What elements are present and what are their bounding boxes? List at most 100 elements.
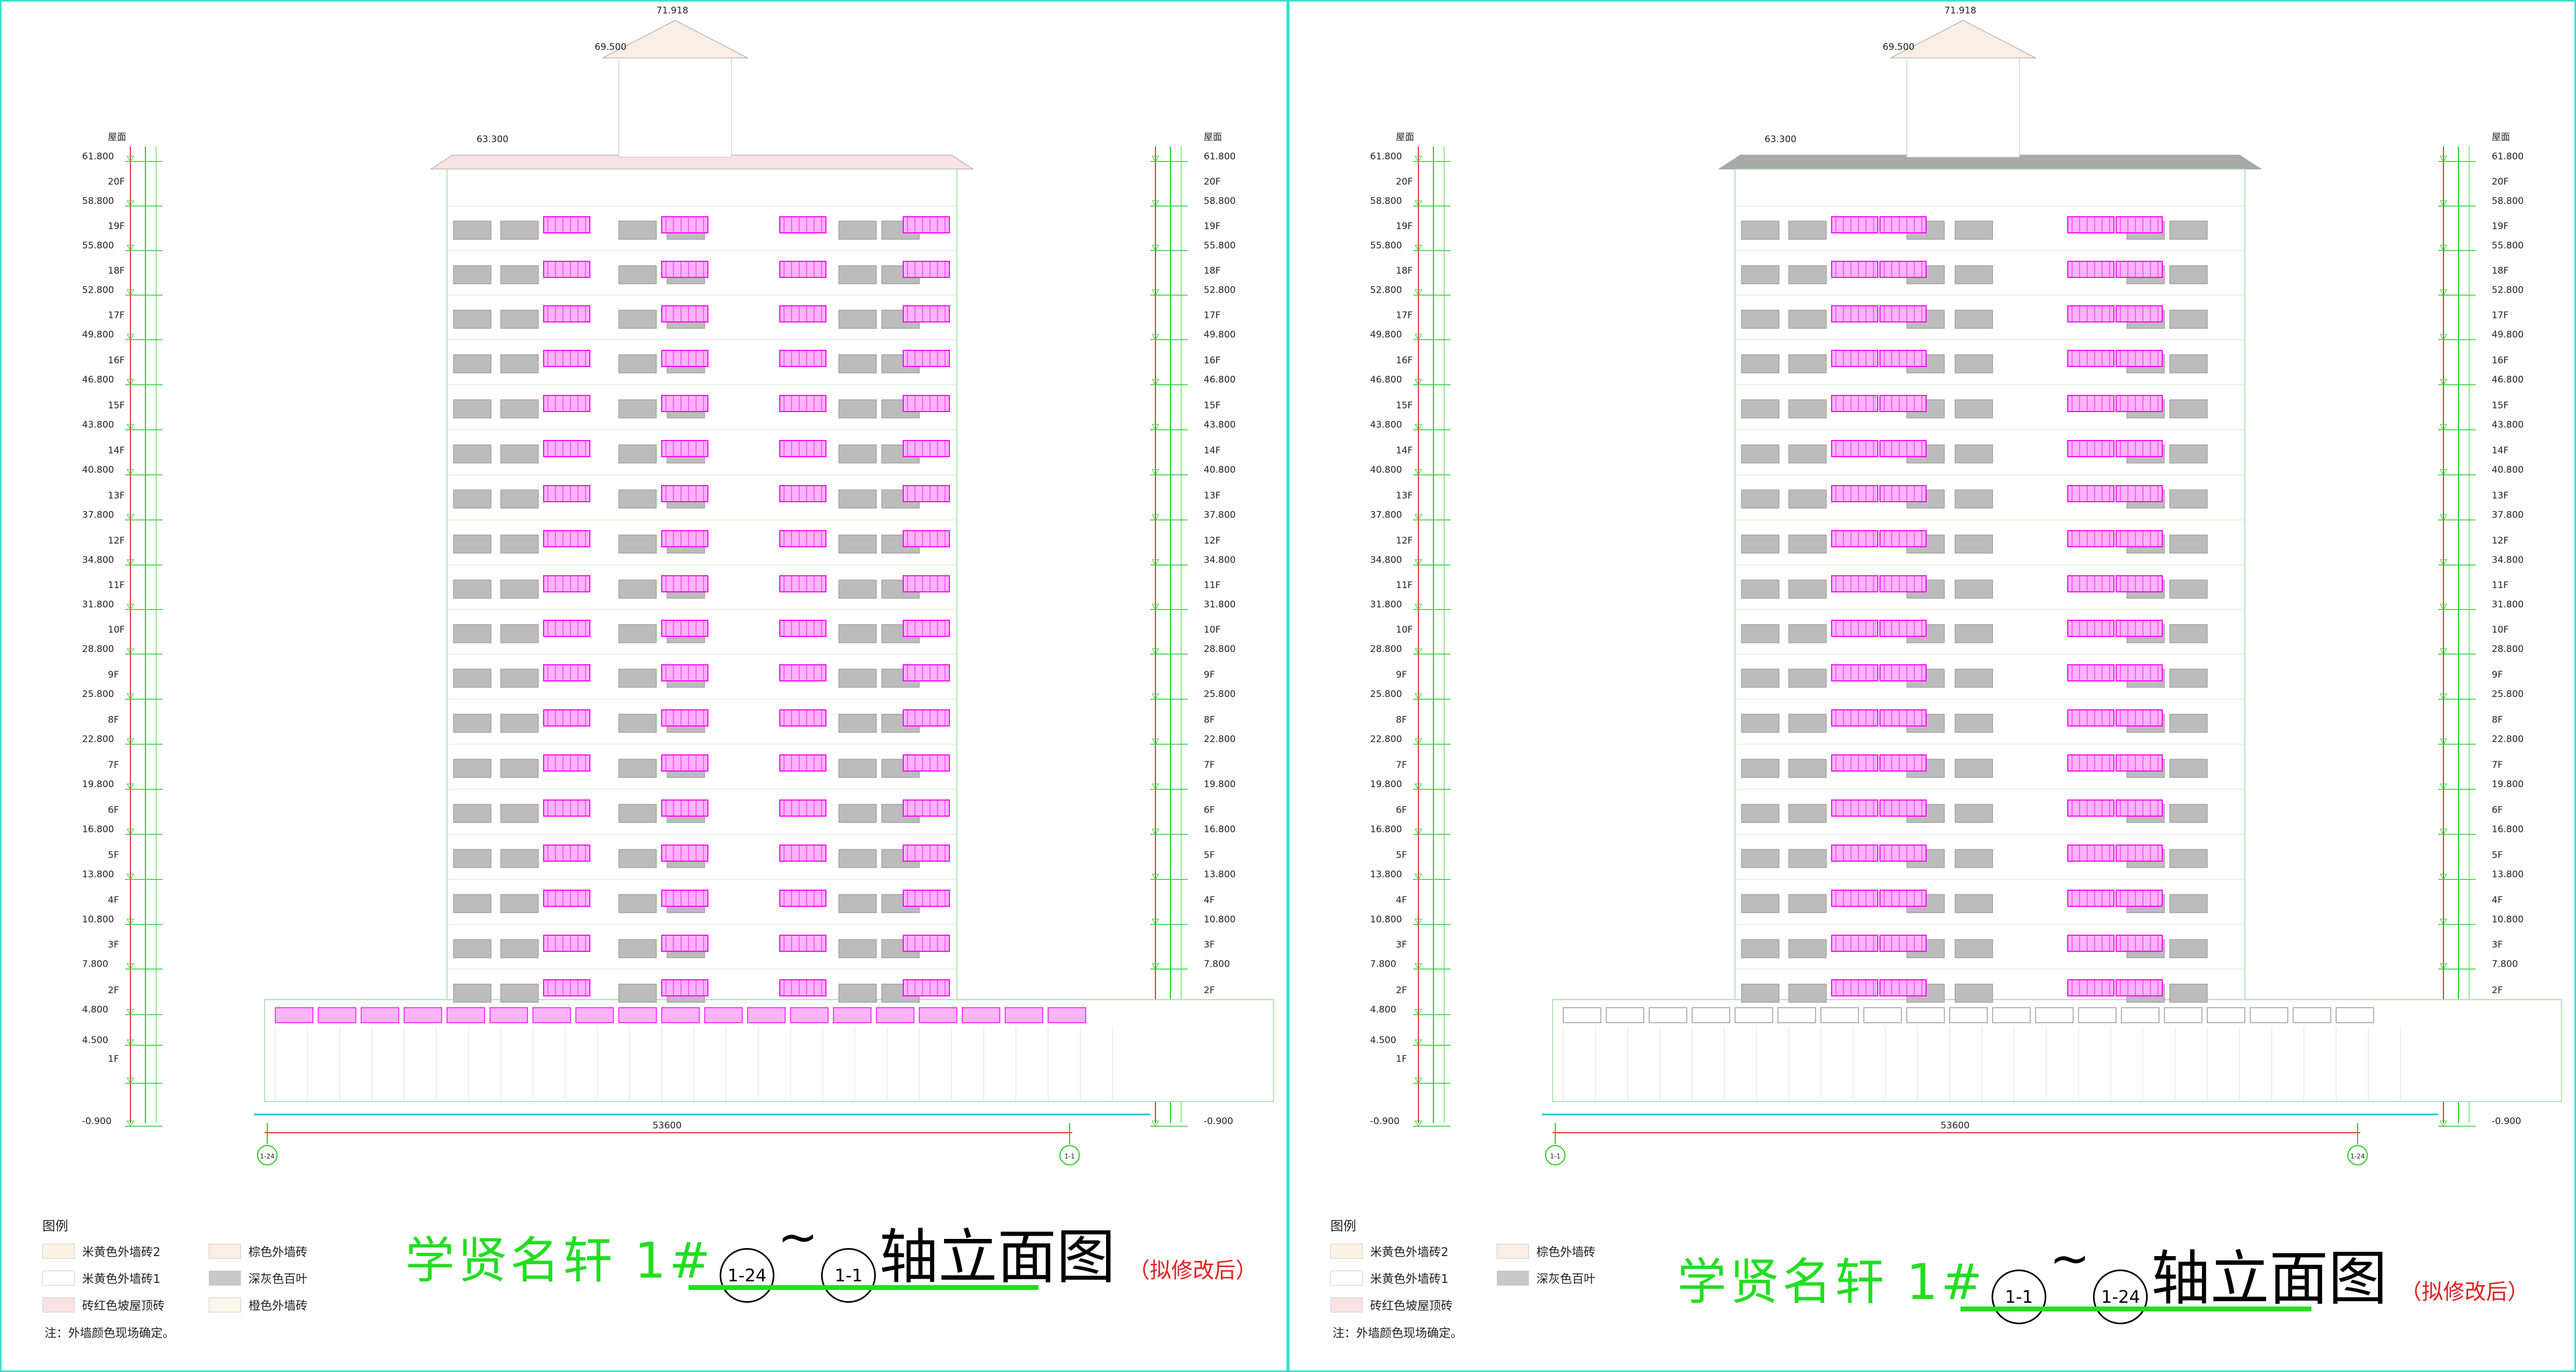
elevation-label: 49.800 (2492, 329, 2523, 340)
grey-louvre (500, 265, 539, 284)
elevation-label: 19.800 (82, 779, 114, 790)
grey-louvre (838, 894, 877, 913)
elevation-label: 52.800 (1204, 285, 1235, 296)
grey-louvre (1788, 984, 1827, 1003)
title-main: 轴立面图 (2151, 1244, 2388, 1313)
magenta-railing (779, 395, 826, 412)
elevation-label: 31.800 (1370, 599, 1402, 610)
podium-railing (704, 1007, 743, 1023)
floor-label: 18F (1204, 266, 1220, 276)
tilde-mark: ~ (777, 1209, 818, 1265)
magenta-railing (2067, 216, 2114, 233)
grey-louvre (453, 759, 492, 778)
grey-louvre (500, 759, 539, 778)
elevation-label: 34.800 (1204, 555, 1235, 566)
roof-tower (618, 55, 732, 158)
podium-railing (1048, 1007, 1086, 1023)
magenta-railing (2116, 575, 2163, 592)
axis-label: 1-1 (1550, 1153, 1561, 1160)
magenta-railing (2116, 485, 2163, 502)
magenta-railing (903, 575, 950, 592)
elevation-label: 46.800 (82, 375, 114, 385)
elevation-label: 55.800 (82, 240, 114, 251)
tower-elevation: 69.500 (1883, 42, 1914, 53)
magenta-railing (1879, 845, 1927, 862)
magenta-railing (543, 620, 590, 637)
magenta-railing (779, 709, 826, 727)
floor-label: 11F (1396, 580, 1413, 591)
elevation-label: 28.800 (1370, 644, 1402, 655)
magenta-railing (903, 485, 950, 502)
grey-louvre (1955, 759, 1993, 778)
magenta-railing (543, 261, 590, 278)
grey-louvre (618, 849, 657, 868)
grey-louvre (1741, 804, 1780, 823)
magenta-railing (1879, 890, 1927, 907)
grey-louvre (838, 804, 877, 823)
legend-header: 图例 (42, 1219, 68, 1234)
legend-swatch (1330, 1244, 1363, 1259)
elevation-sheet-left: 61.800 屋面 58.800 20F 55.800 19F 52.800 18F 49.80… (0, 0, 1288, 1372)
floor-label: 2F (2492, 985, 2503, 996)
magenta-railing (661, 350, 708, 367)
grey-louvre (618, 310, 657, 329)
grey-louvre (2169, 534, 2208, 554)
magenta-railing (779, 664, 826, 681)
magenta-railing (903, 799, 950, 817)
magenta-railing (779, 754, 826, 772)
magenta-railing (2116, 530, 2163, 547)
grey-louvre (618, 669, 657, 688)
elevation-label: 16.800 (2492, 824, 2523, 835)
legend-item: 橙色外墙砖 (209, 1296, 308, 1314)
magenta-railing (2067, 350, 2114, 367)
podium-railing (919, 1007, 957, 1023)
floor-label: 4F (1396, 895, 1407, 906)
floor-label: 17F (1396, 310, 1413, 321)
floor-label: 18F (1396, 266, 1413, 276)
peak-elevation: 71.918 (656, 5, 688, 16)
legend-item: 米黄色外墙砖1 (1330, 1270, 1448, 1287)
magenta-railing (1831, 709, 1878, 727)
magenta-railing (2116, 664, 2163, 681)
floor-label: 13F (108, 490, 125, 501)
elevation-label: 49.800 (82, 329, 114, 340)
grey-louvre (1788, 534, 1827, 554)
elevation-label: 7.800 (1370, 959, 1396, 970)
legend-item: 米黄色外墙砖2 (1330, 1243, 1448, 1260)
elevation-label: 61.800 (2492, 151, 2523, 162)
grey-louvre (838, 759, 877, 778)
magenta-railing (1879, 664, 1927, 681)
grey-louvre (1955, 939, 1993, 958)
title-note: （拟修改后） (2400, 1280, 2529, 1304)
floor-label: 20F (1396, 177, 1413, 187)
grey-louvre (453, 624, 492, 643)
grey-louvre (453, 265, 492, 284)
axis-label: 1-24 (2350, 1153, 2365, 1160)
grey-louvre (1955, 669, 1993, 688)
podium-railing (2293, 1007, 2331, 1023)
elevation-label: 61.800 (82, 151, 114, 162)
magenta-railing (1879, 575, 1927, 592)
magenta-railing (2116, 799, 2163, 817)
grey-louvre (2169, 489, 2208, 509)
tower-elevation: 69.500 (595, 42, 626, 53)
grey-louvre (453, 534, 492, 554)
floor-label: 5F (2492, 850, 2503, 861)
magenta-railing (1831, 890, 1878, 907)
magenta-railing (779, 890, 826, 907)
legend-label: 米黄色外墙砖1 (1370, 1273, 1448, 1286)
roof-tower (1906, 55, 2020, 158)
floor-label: 14F (1204, 445, 1220, 456)
grey-louvre (1741, 310, 1780, 329)
grey-louvre (500, 894, 539, 913)
magenta-railing (2067, 575, 2114, 592)
tilde-mark: ~ (2049, 1230, 2090, 1287)
floor-label: 11F (2492, 580, 2508, 591)
grey-louvre (2169, 579, 2208, 599)
floor-label: 6F (2492, 805, 2503, 816)
elevation-label: 55.800 (2492, 240, 2523, 251)
magenta-railing (903, 845, 950, 862)
grey-louvre (453, 849, 492, 868)
grey-louvre (453, 804, 492, 823)
magenta-railing (1831, 530, 1878, 547)
